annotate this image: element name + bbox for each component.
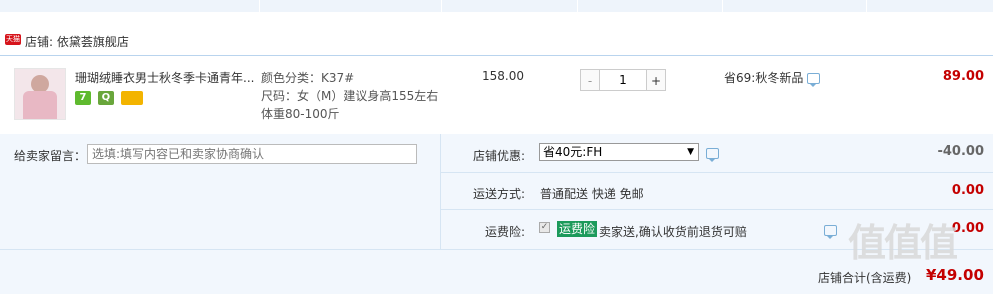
dropdown-arrow-icon: ▼ [687, 147, 694, 157]
sku-color: 颜色分类：K37# [261, 71, 355, 85]
coupon-selected: 省40元:FH [543, 145, 603, 159]
header-separator [722, 0, 723, 12]
header-separator [577, 0, 578, 12]
coupon-select[interactable]: 省40元:FH ▼ [539, 143, 699, 161]
insurance-text: 卖家送,确认收货前退货可赔 [599, 225, 747, 239]
quality-guarantee-icon[interactable]: Q [97, 91, 114, 105]
shop-row: 天猫 店铺: 依黛荟旗舰店 [0, 29, 993, 56]
row-divider [441, 172, 993, 173]
header-separator [259, 0, 260, 12]
sku-weight: 体重80-100斤 [261, 107, 340, 121]
top-header-strip [0, 0, 993, 12]
shop-label: 店铺: [25, 35, 54, 49]
total-label: 店铺合计(含运费) [818, 271, 912, 285]
insurance-label: 运费险: [485, 225, 526, 239]
coupon-label: 店铺优惠: [473, 149, 526, 163]
promo-info: 省69:秋冬新品 [724, 69, 821, 87]
row-divider [441, 209, 993, 210]
thumbnail-figure-body [23, 91, 57, 119]
comment-icon[interactable] [706, 148, 719, 162]
insurance-amount: 0.00 [951, 221, 984, 236]
header-separator [866, 0, 867, 12]
comment-icon[interactable] [807, 73, 821, 87]
memo-input[interactable] [87, 144, 417, 164]
tmall-icon: 天猫 [5, 34, 21, 45]
product-title-link[interactable]: 珊瑚绒睡衣男士秋冬季卡通青年... [75, 69, 255, 86]
coupon-amount: -40.00 [937, 144, 984, 159]
qty-plus-button[interactable]: + [646, 69, 666, 91]
memo-label: 给卖家留言： [14, 149, 87, 163]
cart-item-row: 珊瑚绒睡衣男士秋冬季卡通青年... 7 Q 颜色分类：K37# 尺码：女（M）建… [0, 56, 993, 134]
seven-day-return-icon[interactable]: 7 [75, 91, 91, 105]
header-separator [441, 0, 442, 12]
comment-icon[interactable] [824, 225, 837, 239]
qty-minus-button[interactable]: - [580, 69, 600, 91]
product-thumbnail[interactable] [14, 68, 66, 120]
panel-bottom-border [0, 249, 993, 250]
total-value: ¥49.00 [926, 266, 984, 284]
shipping-method: 普通配送 快递 免邮 [540, 187, 644, 201]
shop-name-link[interactable]: 依黛荟旗舰店 [57, 35, 129, 49]
shop-title: 店铺: 依黛荟旗舰店 [25, 33, 129, 50]
sku-info: 颜色分类：K37# 尺码：女（M）建议身高155左右 体重80-100斤 [261, 69, 438, 123]
quantity-stepper: - + [580, 69, 666, 91]
sku-size: 尺码：女（M）建议身高155左右 [261, 89, 439, 103]
product-badges: 7 Q [75, 91, 146, 107]
shipping-label: 运送方式: [473, 187, 526, 201]
site-watermark: 值值值 [848, 221, 958, 265]
promo-text: 省69:秋冬新品 [724, 71, 804, 85]
insurance-tag: 运费险 [557, 221, 598, 237]
panel-divider [440, 134, 441, 249]
credit-card-icon[interactable] [120, 91, 143, 105]
unit-price: 158.00 [482, 69, 524, 83]
insurance-checkbox[interactable]: ✓ [539, 222, 550, 233]
insurance-icons [820, 223, 837, 239]
qty-input[interactable] [600, 69, 646, 91]
shipping-amount: 0.00 [951, 183, 984, 198]
item-subtotal: 89.00 [942, 69, 984, 84]
